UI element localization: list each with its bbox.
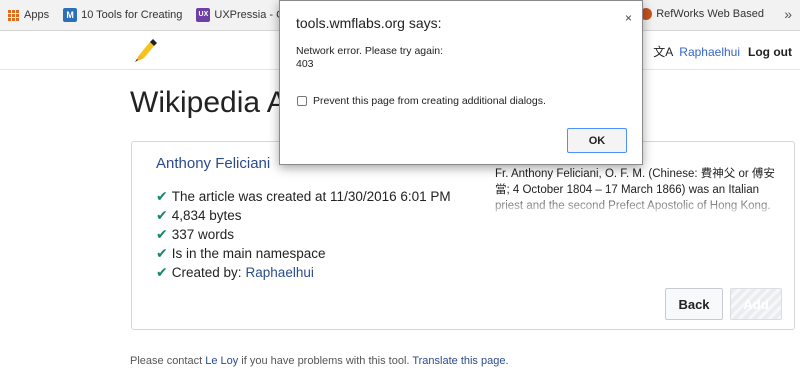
user-area: 文A Raphaelhui Log out — [653, 43, 792, 60]
add-button[interactable]: Add — [730, 288, 782, 320]
footer-prefix: Please contact — [130, 355, 206, 367]
ok-button[interactable]: OK — [567, 128, 627, 153]
check-icon: ✔ — [156, 207, 168, 223]
bookmark-label: Apps — [24, 9, 50, 21]
dialog-error-code: 403 — [296, 58, 314, 70]
apps-grid-icon — [8, 9, 19, 21]
article-checks-list: ✔ The article was created at 11/30/2016 … — [156, 187, 451, 282]
checkbox-label: Prevent this page from creating addition… — [313, 95, 546, 107]
logout-link[interactable]: Log out — [748, 45, 792, 59]
bookmarks-overflow-icon[interactable]: » — [784, 6, 792, 22]
summary-fade — [495, 198, 780, 218]
check-text: 337 words — [171, 227, 235, 242]
dialog-title: tools.wmflabs.org says: — [296, 15, 442, 31]
m-logo-icon: M — [63, 8, 78, 22]
ux-logo-icon: UX — [196, 8, 211, 22]
dialog-message-line: Network error. Please try again: — [296, 45, 444, 57]
bookmark-label: 10 Tools for Creating — [81, 9, 183, 21]
footer: Please contact Le Loy if you have proble… — [130, 355, 509, 367]
bookmark-10-tools[interactable]: M 10 Tools for Creating — [63, 8, 182, 22]
alert-dialog: tools.wmflabs.org says: × Network error.… — [279, 0, 643, 165]
creator-link[interactable]: Raphaelhui — [246, 263, 314, 282]
check-icon: ✔ — [156, 245, 168, 261]
article-card: Anthony Feliciani ✔ The article was crea… — [131, 141, 795, 330]
check-item: ✔ The article was created at 11/30/2016 … — [156, 187, 451, 206]
article-title-link[interactable]: Anthony Feliciani — [156, 155, 270, 172]
created-by-label: Created by: — [171, 265, 242, 280]
close-icon[interactable]: × — [625, 11, 632, 25]
dialog-message: Network error. Please try again: 403 — [296, 45, 443, 71]
pen-logo-icon[interactable] — [132, 37, 158, 70]
check-item: ✔ 4,834 bytes — [156, 206, 451, 225]
check-text: The article was created at 11/30/2016 6:… — [171, 189, 451, 204]
bookmark-refworks[interactable]: RefWorks Web Based — [640, 8, 764, 20]
user-link[interactable]: Raphaelhui — [679, 45, 740, 59]
bookmark-label: RefWorks Web Based — [656, 8, 764, 20]
contact-link[interactable]: Le Loy — [205, 355, 238, 367]
check-item: ✔ Created by: Raphaelhui — [156, 263, 451, 282]
check-item: ✔ Is in the main namespace — [156, 244, 451, 263]
check-icon: ✔ — [156, 226, 168, 242]
translate-link[interactable]: Translate this page. — [412, 355, 508, 367]
check-text: Is in the main namespace — [171, 246, 326, 261]
check-icon: ✔ — [156, 264, 168, 280]
footer-middle: if you have problems with this tool. — [238, 355, 413, 367]
prevent-dialogs-option[interactable]: Prevent this page from creating addition… — [297, 95, 546, 107]
check-text: 4,834 bytes — [171, 208, 242, 223]
language-icon[interactable]: 文A — [653, 43, 673, 60]
back-button[interactable]: Back — [665, 288, 723, 320]
check-item: ✔ 337 words — [156, 225, 451, 244]
check-icon: ✔ — [156, 188, 168, 204]
prevent-dialogs-checkbox[interactable] — [297, 96, 307, 106]
bookmark-apps[interactable]: Apps — [8, 9, 49, 21]
